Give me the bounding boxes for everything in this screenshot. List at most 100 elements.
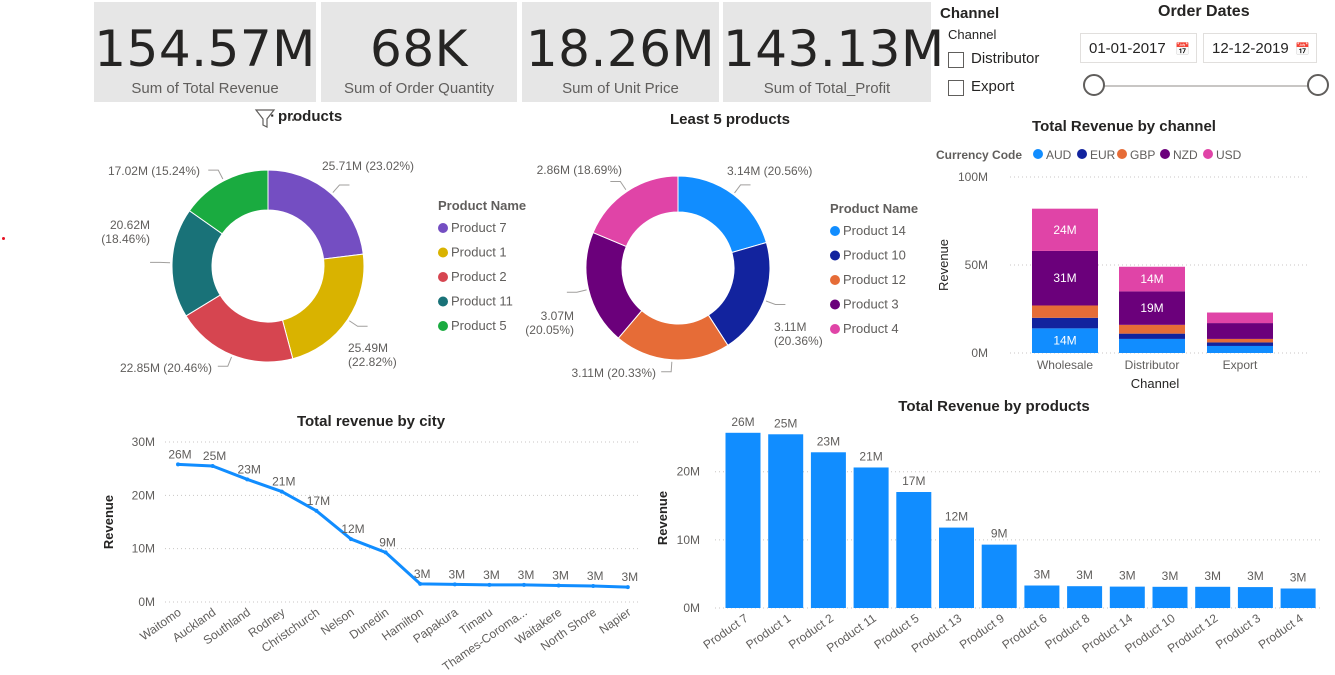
more-options-icon[interactable]: ... bbox=[287, 108, 300, 125]
donut-slice-product-7[interactable] bbox=[267, 169, 364, 260]
line-point[interactable] bbox=[349, 537, 353, 542]
bar-segment-nzd[interactable] bbox=[1207, 323, 1273, 339]
x-tick-label: Product 6 bbox=[1000, 611, 1050, 652]
top5-donut-chart: 25.71M (23.02%) 25.49M (22.82%) 22.85M (20.… bbox=[101, 159, 414, 375]
bar-data-label: 3M bbox=[1247, 569, 1264, 583]
donut-data-label: 22.85M (20.46%) bbox=[120, 361, 212, 375]
bar-product-14[interactable] bbox=[1109, 586, 1145, 608]
bar-product-5[interactable] bbox=[896, 492, 932, 608]
bar-product-12[interactable] bbox=[1195, 586, 1231, 608]
bar-segment-aud[interactable] bbox=[1119, 338, 1185, 353]
line-data-label: 3M bbox=[483, 568, 500, 582]
bar-data-label: 3M bbox=[1119, 569, 1136, 583]
line-point[interactable] bbox=[522, 582, 526, 587]
line-point[interactable] bbox=[176, 462, 180, 467]
x-tick-label: Export bbox=[1223, 358, 1258, 372]
donut-data-label: 2.86M (18.69%) bbox=[537, 163, 622, 177]
legend-item[interactable]: Product 1 bbox=[451, 245, 507, 260]
bar-product-10[interactable] bbox=[1152, 586, 1188, 608]
legend-item[interactable]: Product 2 bbox=[451, 269, 507, 284]
bar-segment-aud[interactable] bbox=[1207, 345, 1273, 353]
legend-item[interactable]: USD bbox=[1216, 148, 1242, 162]
x-tick-label: Distributor bbox=[1125, 358, 1180, 372]
line-point[interactable] bbox=[487, 582, 492, 587]
donut-slice-product-14[interactable] bbox=[677, 175, 768, 254]
legend-marker bbox=[1077, 149, 1087, 159]
products-bar-chart: 0M 10M 20M Revenue 26M Product 7 25M Product 1 2… bbox=[655, 415, 1322, 656]
line-data-label: 3M bbox=[621, 570, 638, 584]
donut-slice-product-4[interactable] bbox=[592, 175, 679, 248]
legend-title: Product Name bbox=[438, 198, 526, 213]
legend-item[interactable]: Product 7 bbox=[451, 220, 507, 235]
bar-data-label: 3M bbox=[1034, 568, 1051, 582]
bar-segment-eur[interactable] bbox=[1207, 342, 1273, 346]
legend-item[interactable]: Product 5 bbox=[451, 318, 507, 333]
bar-segment-gbp[interactable] bbox=[1032, 305, 1098, 318]
bar-product-2[interactable] bbox=[810, 452, 846, 608]
line-data-label: 9M bbox=[379, 535, 396, 549]
bar-data-label: 25M bbox=[774, 416, 797, 430]
legend-marker bbox=[438, 296, 448, 307]
line-point[interactable] bbox=[625, 585, 630, 590]
y-tick-label: 10M bbox=[132, 542, 155, 556]
bar-product-1[interactable] bbox=[768, 434, 804, 608]
bar-product-13[interactable] bbox=[939, 527, 974, 608]
line-point[interactable] bbox=[556, 583, 561, 588]
line-point[interactable] bbox=[591, 584, 596, 588]
legend-item[interactable]: Product 12 bbox=[843, 272, 906, 287]
x-tick-label: Napier bbox=[597, 605, 634, 637]
bar-product-7[interactable] bbox=[725, 432, 761, 608]
legend-item[interactable]: Product 4 bbox=[843, 321, 899, 336]
donut-data-label: 20.62M (18.46%) bbox=[101, 218, 150, 246]
bar-product-8[interactable] bbox=[1067, 586, 1103, 608]
bar-segment-eur[interactable] bbox=[1119, 333, 1185, 339]
bar-data-label: 3M bbox=[1162, 569, 1179, 583]
line-point[interactable] bbox=[314, 508, 319, 513]
bar-product-9[interactable] bbox=[981, 544, 1017, 608]
legend-title: Currency Code bbox=[936, 148, 1022, 162]
bar-data-label: 14M bbox=[1140, 272, 1163, 286]
bar-segment-eur[interactable] bbox=[1032, 317, 1098, 329]
channel-stacked-bar-chart: Currency Code AUD EUR GBP NZD USD 0M 50M 100M Rev… bbox=[936, 148, 1310, 391]
bar-product-11[interactable] bbox=[853, 467, 889, 608]
bar-data-label: 12M bbox=[945, 510, 968, 524]
donut-data-label: 17.02M (15.24%) bbox=[108, 164, 200, 178]
legend-item[interactable]: NZD bbox=[1173, 148, 1198, 162]
top5-legend: Product Name Product 7 Product 1 Product 2 P… bbox=[438, 198, 526, 333]
line-point[interactable] bbox=[383, 550, 388, 555]
y-tick-label: 0M bbox=[138, 595, 155, 609]
least5-legend: Product Name Product 14 Product 10 Product … bbox=[830, 201, 918, 336]
line-point[interactable] bbox=[452, 582, 457, 587]
line-point[interactable] bbox=[279, 489, 284, 494]
line-point[interactable] bbox=[245, 477, 250, 482]
legend-item[interactable]: AUD bbox=[1046, 148, 1072, 162]
line-data-label: 12M bbox=[341, 522, 364, 536]
line-data-label: 26M bbox=[168, 447, 191, 461]
donut-data-label: 3.07M (20.05%) bbox=[525, 309, 574, 337]
bar-segment-gbp[interactable] bbox=[1207, 338, 1273, 343]
legend-item[interactable]: Product 14 bbox=[843, 223, 906, 238]
y-tick-label: 50M bbox=[965, 258, 988, 272]
bar-segment-gbp[interactable] bbox=[1119, 324, 1185, 334]
legend-marker bbox=[830, 299, 840, 310]
legend-item[interactable]: GBP bbox=[1130, 148, 1155, 162]
bar-data-label: 3M bbox=[1076, 568, 1093, 582]
bar-product-3[interactable] bbox=[1237, 587, 1273, 608]
line-data-label: 17M bbox=[307, 494, 330, 508]
bar-product-6[interactable] bbox=[1024, 585, 1060, 608]
bar-product-4[interactable] bbox=[1280, 588, 1316, 608]
bar-data-label: 31M bbox=[1053, 271, 1076, 285]
line-point[interactable] bbox=[210, 464, 215, 468]
legend-marker bbox=[1160, 149, 1170, 159]
bar-segment-usd[interactable] bbox=[1207, 312, 1273, 324]
legend-item[interactable]: EUR bbox=[1090, 148, 1116, 162]
x-tick-label: Product 7 bbox=[701, 611, 751, 652]
line-point[interactable] bbox=[418, 581, 423, 586]
x-tick-label: Product 4 bbox=[1256, 611, 1306, 652]
leader-line bbox=[208, 169, 224, 180]
y-tick-label: 20M bbox=[677, 465, 700, 479]
legend-item[interactable]: Product 10 bbox=[843, 248, 906, 263]
legend-item[interactable]: Product 3 bbox=[843, 297, 899, 312]
x-tick-label: Wholesale bbox=[1037, 358, 1093, 372]
legend-item[interactable]: Product 11 bbox=[451, 294, 513, 309]
